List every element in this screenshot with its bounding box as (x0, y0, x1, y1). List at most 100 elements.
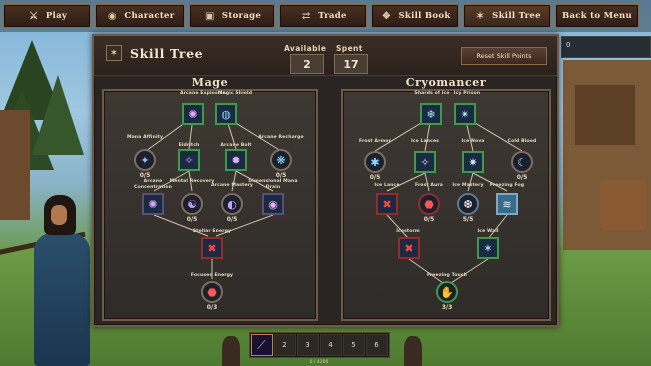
nav-label: Play (45, 11, 68, 21)
ice-nova-node[interactable]: ✷ (462, 151, 484, 173)
arcane-bolt-node[interactable]: ✹ (225, 149, 247, 171)
focused-energy-node[interactable]: ⬣ (201, 281, 223, 303)
available-points: 2 (290, 54, 324, 74)
node-label: Dimensional Mana Drain (248, 179, 298, 190)
mana-affinity-node[interactable]: ✦ (134, 149, 156, 171)
nav-play-button[interactable]: ⚔ Play (3, 4, 91, 28)
cold-blood-node[interactable]: ☾ (511, 151, 533, 173)
nav-skill-book-button[interactable]: ❖ Skill Book (371, 4, 459, 28)
arcane-concentration-icon: ✺ (148, 197, 158, 211)
experience-text: 0 / 4200 (309, 360, 329, 365)
nav-label: Back to Menu (561, 11, 633, 21)
wooden-structure (0, 110, 30, 220)
hotbar-slot-1[interactable]: ⟋ (250, 334, 273, 356)
magic-shield-icon: ◍ (221, 107, 231, 121)
nav-label: Skill Tree (492, 11, 541, 21)
ice-shards-icon: ❄ (426, 107, 436, 121)
nav-storage-button[interactable]: ▣ Storage (189, 4, 275, 28)
eldritch-icon: ✧ (184, 153, 194, 167)
arcane-concentration-node[interactable]: ✺ (142, 193, 164, 215)
available-label: Available (284, 44, 327, 53)
house-window (575, 85, 635, 145)
slot-number: 5 (351, 341, 356, 349)
frost-armor-node[interactable]: ✱ (364, 151, 386, 173)
cryomancer-tree-title: Cryomancer (405, 76, 487, 89)
ice-wall-icon: ✶ (483, 241, 493, 255)
hotbar-slot-4[interactable]: 4 (319, 334, 342, 356)
nav-label: Character (124, 11, 175, 21)
ice-wall-node[interactable]: ✶ (477, 237, 499, 259)
freezing-fog-node[interactable]: ≋ (496, 193, 518, 215)
hotbar-slot-5[interactable]: 5 (342, 334, 365, 356)
skill-rank: 5/5 (462, 216, 474, 223)
skill-rank: 0/3 (206, 304, 218, 311)
stellar-energy-node[interactable]: ✖ (201, 237, 223, 259)
skill-rank: 0/5 (516, 174, 528, 181)
slot-number: 2 (282, 341, 287, 349)
panel-title: Skill Tree (130, 46, 204, 61)
hotbar-slot-6[interactable]: 6 (365, 334, 388, 356)
hotbar-slot-3[interactable]: 3 (296, 334, 319, 356)
cryomancer-skill-tree: Shards of Ice ❄ Icy Prison ✴ Frost Armor… (341, 89, 551, 321)
arcane-bolt-icon: ⟋ (257, 337, 266, 352)
node-label: Stellar Energy (192, 229, 232, 234)
dimensional-drain-node[interactable]: ◉ (262, 193, 284, 215)
crossed-swords-icon: ⚔ (29, 10, 39, 22)
ice-lance-node[interactable]: ✖ (376, 193, 398, 215)
frost-aura-node[interactable]: ⬣ (418, 193, 440, 215)
skill-rank: 3/3 (441, 304, 453, 311)
cold-blood-icon: ☾ (517, 155, 527, 169)
arcane-explosion-node[interactable]: ✺ (182, 103, 204, 125)
ice-lances-node[interactable]: ✧ (414, 151, 436, 173)
spent-label: Spent (336, 44, 363, 53)
character-icon: ◉ (107, 10, 117, 22)
nav-label: Storage (221, 11, 262, 21)
icestorm-icon: ✖ (404, 241, 414, 255)
side-value-field: 0 (561, 36, 651, 58)
slot-number: 3 (305, 341, 310, 349)
nav-character-button[interactable]: ◉ Character (95, 4, 185, 28)
nav-back-to-menu-button[interactable]: Back to Menu (555, 4, 639, 28)
magic-shield-node[interactable]: ◍ (215, 103, 237, 125)
icestorm-node[interactable]: ✖ (398, 237, 420, 259)
node-label: Magic Shield (217, 91, 253, 96)
arcane-mastery-node[interactable]: ◐ (221, 193, 243, 215)
ice-nova-icon: ✷ (468, 155, 478, 169)
node-label: Ice Wall (477, 229, 499, 234)
frost-aura-icon: ⬣ (424, 197, 434, 211)
ice-shards-node[interactable]: ❄ (420, 103, 442, 125)
hotbar-slots: ⟋ 2 3 4 5 6 (248, 332, 390, 358)
node-label: Ice Nova (461, 139, 485, 144)
node-label: Mana Affinity (126, 135, 164, 140)
slot-number: 6 (374, 341, 379, 349)
eldritch-node[interactable]: ✧ (178, 149, 200, 171)
skill-rank: 0/5 (186, 216, 198, 223)
skill-rank: 0/5 (423, 216, 435, 223)
stellar-energy-icon: ✖ (207, 241, 217, 255)
skill-tree-icon: ✶ (106, 45, 122, 61)
icy-prison-node[interactable]: ✴ (454, 103, 476, 125)
pine-tree (32, 75, 84, 155)
ice-mastery-node[interactable]: ❆ (457, 193, 479, 215)
panel-header: ✶ Skill Tree Available 2 Spent 17 Reset … (94, 36, 557, 76)
chest-icon: ▣ (205, 10, 215, 22)
ice-mastery-icon: ❆ (463, 197, 473, 211)
node-label: Ice Lances (410, 139, 440, 144)
hotbar-slot-2[interactable]: 2 (273, 334, 296, 356)
freezing-touch-node[interactable]: ✋ (436, 281, 458, 303)
node-label: Focused Energy (190, 273, 234, 278)
barrels (600, 180, 646, 230)
reset-skill-points-button[interactable]: Reset Skill Points (461, 47, 547, 65)
book-icon: ❖ (381, 10, 392, 22)
mental-recovery-node[interactable]: ☯ (181, 193, 203, 215)
arcane-recharge-node[interactable]: ❋ (270, 149, 292, 171)
skill-rank: 0/5 (226, 216, 238, 223)
node-label: Freezing Fog (489, 183, 525, 188)
nav-trade-button[interactable]: ⇄ Trade (279, 4, 367, 28)
player-character (0, 195, 92, 366)
node-label: Arcane Bolt (220, 143, 252, 148)
nav-skill-tree-button[interactable]: ✶ Skill Tree (463, 4, 551, 28)
arcane-explosion-icon: ✺ (188, 107, 198, 121)
node-label: Cold Blood (507, 139, 537, 144)
skill-rank: 0/5 (275, 172, 287, 179)
